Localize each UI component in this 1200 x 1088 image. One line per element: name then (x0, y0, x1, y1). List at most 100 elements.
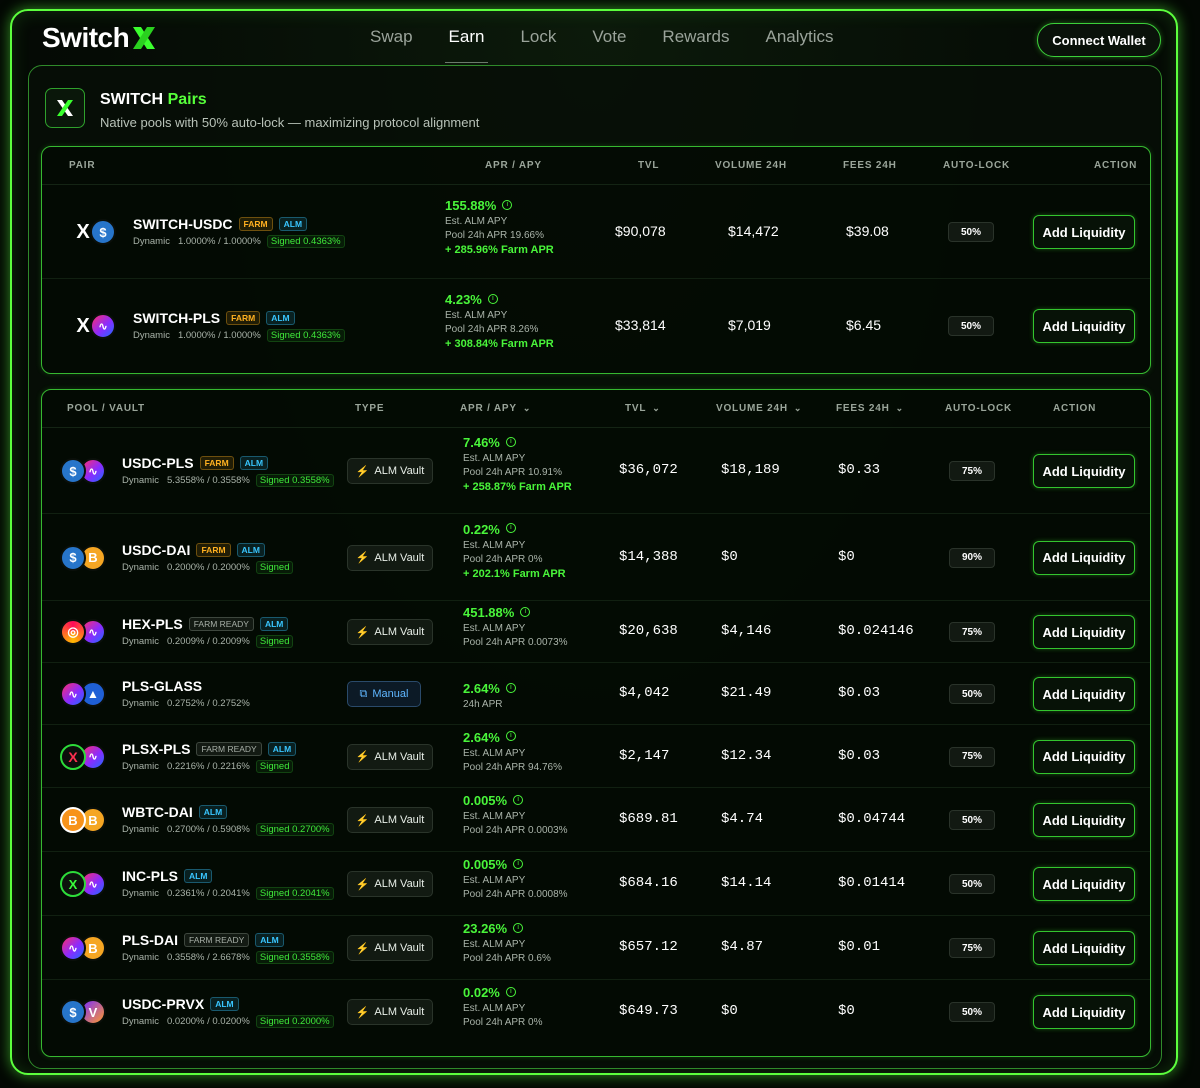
info-icon[interactable]: i (505, 436, 516, 447)
apr-value: 4.23% (445, 292, 482, 307)
pair-name-text: PLSX-PLS (122, 740, 191, 757)
col-apr-sort[interactable]: APR / APY ⌄ (460, 403, 531, 414)
apr-block: 0.005% i Est. ALM APY Pool 24h APR 0.0008% (463, 856, 568, 902)
add-liquidity-button[interactable]: Add Liquidity (1033, 803, 1135, 837)
pair-name-text: INC-PLS (122, 868, 178, 884)
signed-fee-badge: Signed (255, 635, 294, 648)
fee-range: 0.2000% / 0.2000% (166, 561, 250, 573)
add-liquidity-button[interactable]: Add Liquidity (1033, 309, 1135, 343)
pair-name-text: USDC-PLS (122, 455, 194, 471)
volume-value: $0 (721, 1003, 738, 1019)
pool-apr: Pool 24h APR 0% (463, 1017, 543, 1028)
apr-line: 2.64% i (463, 729, 562, 747)
switchx-logo[interactable]: Switch (42, 22, 157, 53)
info-icon[interactable]: i (520, 606, 531, 617)
volume-value: $4.74 (721, 811, 764, 827)
add-liquidity-button[interactable]: Add Liquidity (1033, 867, 1135, 901)
pool-apr: Pool 24h APR 0.0008% (463, 889, 568, 900)
nav-rewards[interactable]: Rewards (644, 27, 747, 53)
tvl-value: $33,814 (615, 317, 666, 333)
add-liquidity-button[interactable]: Add Liquidity (1033, 215, 1135, 249)
pool-apr: Pool 24h APR 8.26% (445, 324, 539, 335)
pair-name-text: HEX-PLS (122, 616, 183, 632)
pair-name-text: USDC-DAI (122, 541, 191, 558)
info-icon[interactable]: i (505, 731, 516, 742)
apr-value: 451.88% (463, 605, 515, 620)
alm-vault-type-badge: ⚡ ALM Vault (347, 458, 433, 484)
info-icon[interactable]: i (505, 523, 516, 534)
volume-value: $4.87 (721, 939, 764, 955)
farm-apr: + 285.96% Farm APR (445, 244, 554, 256)
apr-label: Est. ALM APY (463, 453, 526, 464)
info-icon[interactable]: i (513, 922, 524, 933)
farm-badge: FARM (196, 542, 231, 557)
top-header: Switch Swap Earn Lock Vote Rewards Analytics … (12, 11, 1180, 67)
info-icon[interactable]: i (505, 986, 516, 997)
auto-lock-badge: 50% (949, 684, 995, 704)
add-liquidity-button[interactable]: Add Liquidity (1033, 931, 1135, 965)
pair-name: HEX-PLS FARM READY ALM (122, 616, 289, 632)
switch-pairs-table: PAIR APR / APY TVL VOLUME 24H FEES 24H A… (41, 146, 1151, 374)
signed-fee-badge: Signed 0.4363% (266, 235, 345, 248)
volume-value: $7,019 (728, 317, 771, 333)
nav-swap[interactable]: Swap (352, 27, 431, 53)
pair-name-text: PLS-GLASS (122, 678, 203, 694)
add-liquidity-button[interactable]: Add Liquidity (1033, 615, 1135, 649)
info-icon[interactable]: i (513, 794, 524, 805)
pls-token-icon: ∿ (60, 681, 86, 707)
pool-vault-table: POOL / VAULT TYPE APR / APY ⌄ TVL ⌄ VOLUME… (41, 389, 1151, 1057)
dynamic-label: Dynamic (122, 888, 159, 899)
apr-label: Est. ALM APY (463, 939, 526, 950)
nav-lock[interactable]: Lock (502, 27, 574, 53)
pair-name-text: USDC-PRVX (122, 996, 205, 1012)
add-liquidity-button[interactable]: Add Liquidity (1033, 739, 1135, 774)
dynamic-label: Dynamic (122, 1016, 159, 1027)
tvl-value: $36,072 (619, 462, 678, 478)
col-volume-sort[interactable]: VOLUME 24H ⌄ (716, 403, 802, 414)
pool-table-header: POOL / VAULT TYPE APR / APY ⌄ TVL ⌄ VOLUME… (42, 390, 1150, 428)
add-liquidity-button[interactable]: Add Liquidity (1033, 540, 1135, 575)
connect-wallet-button[interactable]: Connect Wallet (1037, 23, 1161, 57)
farm-apr: + 258.87% Farm APR (463, 481, 572, 493)
apr-line: 0.005% i (463, 792, 568, 810)
info-icon[interactable]: i (502, 199, 513, 210)
table-row: $ V USDC-PRVX ALM Dynamic 0.0200% / 0.0200% Si… (42, 980, 1150, 1044)
fee-meta: Dynamic 0.2752% / 0.2752% (122, 698, 250, 709)
type-label: ALM Vault (374, 750, 425, 763)
alm-badge: ALM (266, 311, 295, 326)
auto-lock-badge: 50% (949, 810, 995, 830)
pair-name-text: WBTC-DAI (122, 804, 193, 820)
type-label: ALM Vault (374, 814, 425, 826)
fee-meta: Dynamic 0.0200% / 0.0200% Signed 0.2000% (122, 1015, 334, 1028)
signed-fee-badge: Signed 0.2000% (255, 1015, 334, 1028)
info-icon[interactable]: i (505, 682, 516, 693)
info-icon[interactable]: i (513, 858, 524, 869)
apr-line: 2.64% i (463, 680, 516, 698)
apr-block: 0.005% i Est. ALM APY Pool 24h APR 0.0003% (463, 792, 568, 838)
col-action: ACTION (1094, 160, 1138, 171)
token-pair-icons: X ∿ (60, 871, 108, 899)
col-pool: POOL / VAULT (67, 403, 145, 414)
alm-badge: ALM (210, 997, 239, 1012)
col-tvl-label: TVL (625, 403, 647, 414)
add-liquidity-button[interactable]: Add Liquidity (1033, 677, 1135, 711)
nav-analytics[interactable]: Analytics (748, 27, 852, 53)
alm-badge: ALM (198, 805, 228, 820)
nav-earn[interactable]: Earn (431, 27, 503, 63)
pair-name: PLS-DAI FARM READY ALM (122, 932, 284, 948)
fee-meta: Dynamic 0.2361% / 0.2041% Signed 0.2041% (122, 887, 334, 900)
apr-block: 7.46% i Est. ALM APY Pool 24h APR 10.91% + 2… (463, 434, 572, 495)
add-liquidity-button[interactable]: Add Liquidity (1033, 995, 1135, 1029)
dynamic-label: Dynamic (133, 236, 170, 247)
pool-apr: Pool 24h APR 19.66% (445, 230, 544, 241)
col-tvl-sort[interactable]: TVL ⌄ (625, 403, 661, 414)
token-pair-icons: $ B (60, 544, 108, 573)
info-icon[interactable]: i (487, 293, 498, 304)
col-fees-sort[interactable]: FEES 24H ⌄ (836, 403, 904, 414)
add-liquidity-button[interactable]: Add Liquidity (1033, 454, 1135, 488)
chevron-down-icon: ⌄ (895, 403, 904, 413)
volume-value: $14.14 (721, 875, 772, 891)
type-label: ALM Vault (374, 1006, 425, 1018)
nav-vote[interactable]: Vote (574, 27, 644, 53)
table-row: X ∿ SWITCH-PLS FARM ALM Dynamic 1.0000% / 1.00… (42, 279, 1150, 373)
